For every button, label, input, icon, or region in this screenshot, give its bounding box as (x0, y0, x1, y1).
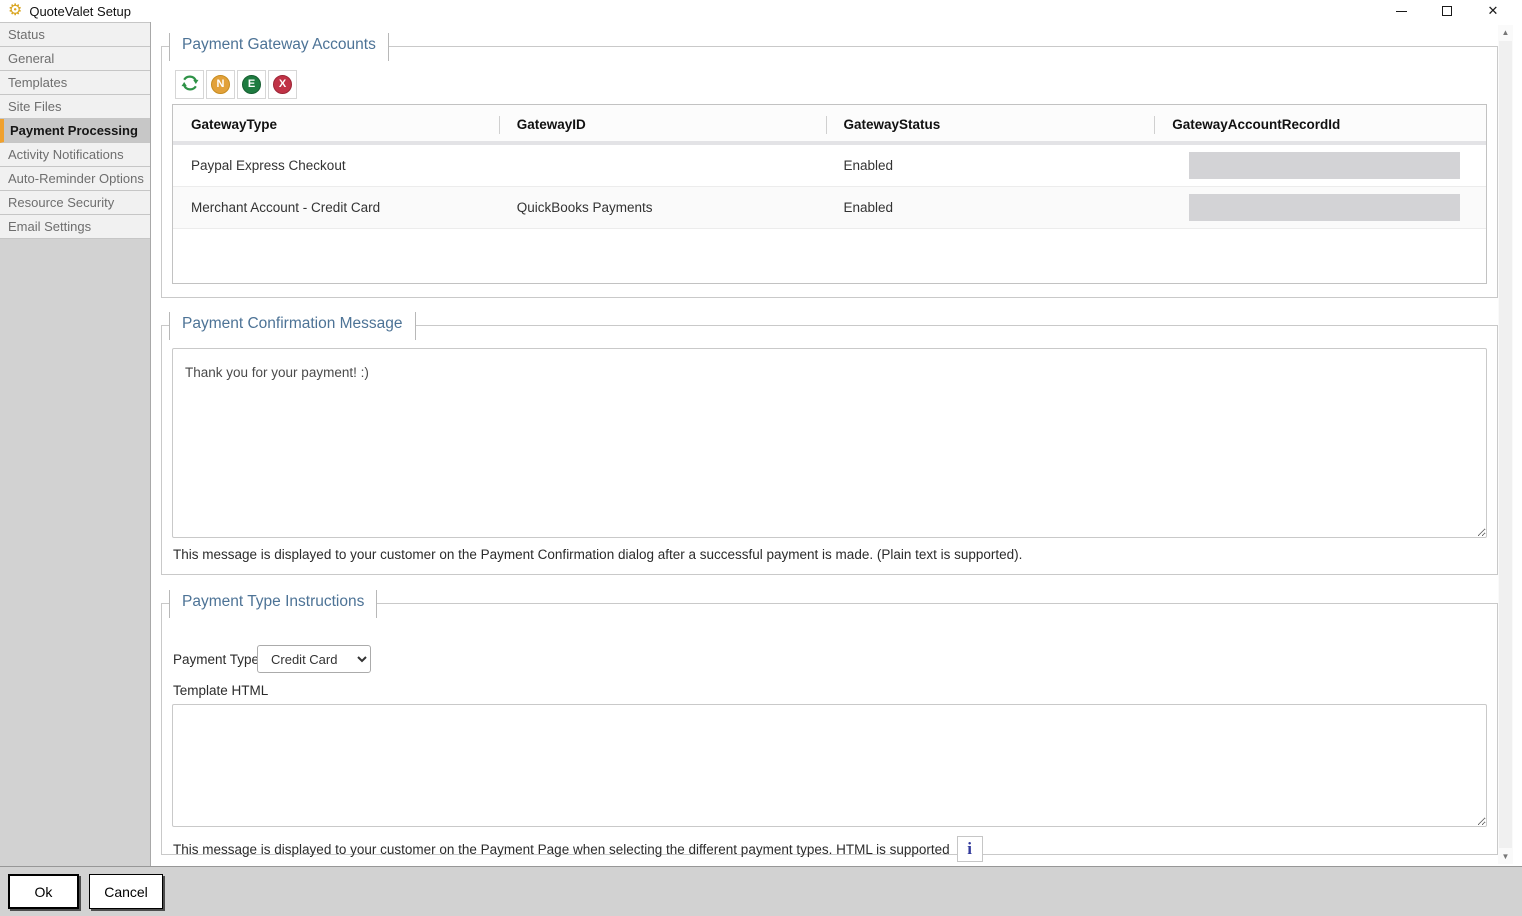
refresh-button[interactable] (175, 70, 204, 99)
scroll-down-icon[interactable]: ▼ (1498, 849, 1513, 864)
refresh-icon (180, 73, 200, 96)
payment-gateway-accounts-group: Payment Gateway Accounts N E (161, 46, 1498, 298)
template-html-input[interactable] (172, 704, 1487, 827)
group-title: Payment Type Instructions (169, 590, 377, 618)
cell-gateway-id: QuickBooks Payments (499, 187, 826, 228)
gateway-table: GatewayType GatewayID GatewayStatus Gate… (172, 104, 1487, 284)
table-row[interactable]: Merchant Account - Credit Card QuickBook… (173, 187, 1486, 229)
info-button[interactable]: i (957, 836, 983, 862)
cancel-button[interactable]: Cancel (89, 874, 163, 909)
sidebar-item-payment-processing[interactable]: Payment Processing (0, 119, 150, 143)
edit-icon: E (242, 75, 261, 94)
column-header-gateway-account-record-id[interactable]: GatewayAccountRecordId (1154, 105, 1486, 145)
column-header-gateway-type[interactable]: GatewayType (173, 105, 499, 145)
cell-gateway-id (499, 145, 826, 186)
confirmation-message-input[interactable]: Thank you for your payment! :) (172, 348, 1487, 538)
ok-button[interactable]: Ok (8, 874, 79, 909)
sidebar-menu: Status General Templates Site Files Paym… (0, 22, 150, 239)
instructions-help-text: This message is displayed to your custom… (173, 842, 950, 857)
payment-confirmation-message-group: Payment Confirmation Message Thank you f… (161, 325, 1498, 575)
column-header-gateway-status[interactable]: GatewayStatus (826, 105, 1155, 145)
window-controls: ✕ (1378, 0, 1522, 22)
info-icon: i (967, 839, 972, 859)
sidebar-item-activity-notifications[interactable]: Activity Notifications (0, 143, 150, 167)
confirmation-help-text: This message is displayed to your custom… (173, 547, 1022, 562)
delete-icon: X (273, 75, 292, 94)
cell-gateway-type: Paypal Express Checkout (173, 145, 499, 186)
table-row[interactable]: Paypal Express Checkout Enabled (173, 145, 1486, 187)
sidebar-item-auto-reminder-options[interactable]: Auto-Reminder Options (0, 167, 150, 191)
sidebar: Status General Templates Site Files Paym… (0, 22, 151, 866)
payment-type-label: Payment Type (173, 652, 259, 667)
sidebar-item-general[interactable]: General (0, 47, 150, 71)
column-header-gateway-id[interactable]: GatewayID (499, 105, 826, 145)
gateway-toolbar: N E X (175, 70, 297, 99)
delete-gateway-button[interactable]: X (268, 70, 297, 99)
main-content: Payment Gateway Accounts N E (151, 22, 1522, 866)
new-gateway-button[interactable]: N (206, 70, 235, 99)
template-html-label: Template HTML (173, 683, 268, 698)
new-icon: N (211, 75, 230, 94)
cell-record-id (1154, 187, 1486, 228)
maximize-icon (1442, 6, 1452, 16)
maximize-button[interactable] (1424, 0, 1470, 22)
gear-icon: ⚙ (8, 3, 22, 19)
sidebar-item-resource-security[interactable]: Resource Security (0, 191, 150, 215)
group-title: Payment Gateway Accounts (169, 33, 389, 61)
scroll-up-icon[interactable]: ▲ (1498, 25, 1513, 40)
payment-type-instructions-group: Payment Type Instructions Payment Type C… (161, 603, 1498, 855)
cell-gateway-status: Enabled (826, 187, 1155, 228)
sidebar-item-templates[interactable]: Templates (0, 71, 150, 95)
payment-type-select[interactable]: Credit Card (257, 645, 371, 673)
cell-record-id (1154, 145, 1486, 186)
scrollbar-thumb[interactable] (1499, 41, 1512, 848)
sidebar-item-email-settings[interactable]: Email Settings (0, 215, 150, 239)
edit-gateway-button[interactable]: E (237, 70, 266, 99)
record-id-redacted-box (1189, 194, 1460, 221)
vertical-scrollbar[interactable]: ▲ ▼ (1498, 25, 1513, 864)
cell-gateway-type: Merchant Account - Credit Card (173, 187, 499, 228)
minimize-icon (1396, 11, 1407, 12)
title-bar: ⚙ QuoteValet Setup ✕ (0, 0, 1522, 22)
footer-bar: Ok Cancel (0, 866, 1522, 916)
sidebar-item-status[interactable]: Status (0, 23, 150, 47)
instructions-help-row: This message is displayed to your custom… (173, 836, 983, 862)
sidebar-item-site-files[interactable]: Site Files (0, 95, 150, 119)
minimize-button[interactable] (1378, 0, 1424, 22)
window-title: QuoteValet Setup (29, 4, 131, 19)
record-id-redacted-box (1189, 152, 1460, 179)
gateway-table-header: GatewayType GatewayID GatewayStatus Gate… (173, 105, 1486, 145)
close-button[interactable]: ✕ (1470, 0, 1516, 22)
group-title: Payment Confirmation Message (169, 312, 416, 340)
cell-gateway-status: Enabled (826, 145, 1155, 186)
